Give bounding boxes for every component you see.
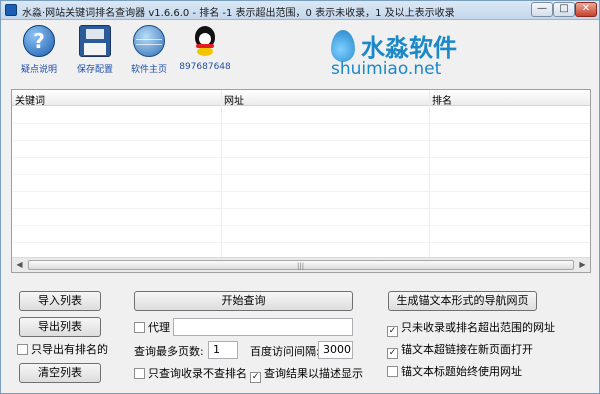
- window-title: 水淼·网站关键词排名查询器 v1.6.6.0 - 排名 -1 表示超出范围，0 …: [22, 8, 455, 19]
- toolbar-save-button[interactable]: 保存配置: [65, 25, 125, 75]
- brand-logo: 水淼软件 shuimiao.net: [331, 28, 491, 79]
- scroll-left-icon[interactable]: ◀: [12, 258, 27, 272]
- open-in-new-window-label: 锚文本超链接在新页面打开: [401, 343, 533, 356]
- export-ranked-only-label: 只导出有排名的: [31, 343, 108, 356]
- checkbox-box[interactable]: [134, 368, 145, 379]
- start-query-button[interactable]: 开始查询: [134, 291, 353, 311]
- save-icon: [79, 25, 111, 57]
- row-gridline: [12, 174, 590, 175]
- toolbar-help-label: 疑点说明: [20, 65, 57, 75]
- proxy-label: 代理: [148, 321, 170, 334]
- results-table[interactable]: 关键词 网址 排名 ◀ ||| ▶: [11, 89, 591, 273]
- clear-list-button[interactable]: 清空列表: [19, 363, 101, 383]
- title-bar[interactable]: 水淼·网站关键词排名查询器 v1.6.6.0 - 排名 -1 表示超出范围，0 …: [1, 1, 599, 20]
- scroll-right-icon[interactable]: ▶: [575, 258, 590, 272]
- column-header-keyword[interactable]: 关键词: [15, 92, 45, 107]
- toolbar-homepage-label: 软件主页: [130, 65, 167, 75]
- proxy-input[interactable]: [173, 318, 353, 336]
- toolbar-homepage-button[interactable]: 软件主页: [119, 25, 179, 75]
- only-indexed-checkbox[interactable]: 只查询收录不查排名: [134, 367, 247, 380]
- title-as-url-label: 锚文本标题始终使用网址: [401, 365, 522, 378]
- result-as-description-checkbox[interactable]: ✓ 查询结果以描述显示: [250, 367, 363, 383]
- logo-chinese-text: 水淼软件: [361, 34, 457, 62]
- grip-icon: |||: [297, 262, 305, 270]
- row-gridline: [12, 123, 590, 124]
- max-pages-input[interactable]: 1: [208, 341, 238, 359]
- row-gridline: [12, 140, 590, 141]
- maximize-button[interactable]: □: [553, 2, 575, 17]
- row-gridline: [12, 225, 590, 226]
- checkbox-box[interactable]: [134, 322, 145, 333]
- logo-domain-text: shuimiao.net: [331, 59, 442, 79]
- export-ranked-only-checkbox[interactable]: 只导出有排名的: [17, 343, 108, 356]
- qq-icon: [189, 25, 221, 57]
- only-unranked-label: 只未收录或排名超出范围的网址: [401, 321, 555, 334]
- baidu-interval-input[interactable]: 3000: [318, 341, 353, 359]
- horizontal-scrollbar[interactable]: ◀ ||| ▶: [12, 257, 590, 272]
- row-gridline: [12, 191, 590, 192]
- toolbar-save-label: 保存配置: [76, 65, 113, 75]
- proxy-checkbox[interactable]: 代理: [134, 321, 170, 334]
- column-header-url[interactable]: 网址: [224, 92, 244, 107]
- result-as-description-label: 查询结果以描述显示: [264, 367, 363, 380]
- export-list-button[interactable]: 导出列表: [19, 317, 101, 337]
- minimize-button[interactable]: —: [531, 2, 553, 17]
- close-button[interactable]: ✕: [575, 2, 597, 17]
- scrollbar-thumb[interactable]: |||: [28, 260, 574, 270]
- row-gridline: [12, 157, 590, 158]
- toolbar-help-button[interactable]: ? 疑点说明: [9, 25, 69, 75]
- checkbox-box[interactable]: [387, 366, 398, 377]
- toolbar-qq-label: 897687648: [179, 62, 231, 72]
- app-window: 水淼·网站关键词排名查询器 v1.6.6.0 - 排名 -1 表示超出范围，0 …: [0, 0, 600, 394]
- generate-nav-page-button[interactable]: 生成锚文本形式的导航网页: [388, 291, 537, 311]
- title-as-url-checkbox[interactable]: 锚文本标题始终使用网址: [387, 365, 522, 378]
- max-pages-label: 查询最多页数:: [134, 345, 204, 358]
- app-icon: [5, 4, 17, 16]
- only-unranked-checkbox[interactable]: ✓ 只未收录或排名超出范围的网址: [387, 321, 555, 337]
- water-drop-icon: [331, 30, 355, 62]
- checkbox-box[interactable]: ✓: [250, 372, 261, 383]
- row-gridline: [12, 208, 590, 209]
- baidu-interval-label: 百度访问间隔:: [250, 345, 320, 358]
- table-header: 关键词 网址 排名: [12, 90, 590, 107]
- help-icon: ?: [23, 25, 55, 57]
- checkbox-box[interactable]: ✓: [387, 348, 398, 359]
- globe-icon: [133, 25, 165, 57]
- row-gridline: [12, 242, 590, 243]
- toolbar-qq-button[interactable]: 897687648: [175, 25, 235, 72]
- column-header-rank[interactable]: 排名: [432, 92, 452, 107]
- checkbox-box[interactable]: ✓: [387, 326, 398, 337]
- only-indexed-label: 只查询收录不查排名: [148, 367, 247, 380]
- open-in-new-window-checkbox[interactable]: ✓ 锚文本超链接在新页面打开: [387, 343, 533, 359]
- checkbox-box[interactable]: [17, 344, 28, 355]
- import-list-button[interactable]: 导入列表: [19, 291, 101, 311]
